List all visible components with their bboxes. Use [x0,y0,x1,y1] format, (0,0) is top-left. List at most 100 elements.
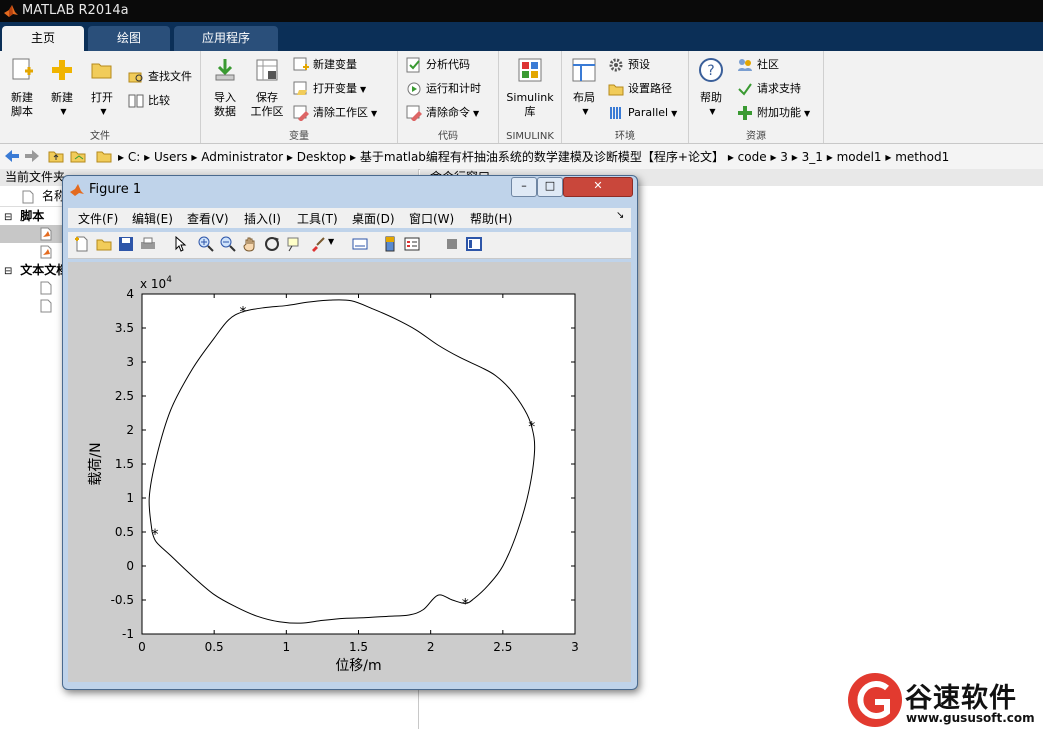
open-file-icon[interactable] [96,236,112,252]
back-arrow-icon[interactable] [4,149,20,163]
find-files-button[interactable]: 查找文件 [128,67,192,87]
data-cursor-icon[interactable] [286,236,302,252]
compare-icon [128,94,144,108]
matlab-logo-icon [70,184,84,196]
x-tick-label: 0.5 [205,640,224,654]
save-workspace-icon [256,59,278,81]
open-button[interactable]: 打开 ▼ [84,57,120,119]
simulink-library-button[interactable]: Simulink 库 [503,57,557,119]
community-icon [738,59,752,71]
menu-window[interactable]: 窗口(W) [409,210,454,227]
breadcrumb-item[interactable]: Administrator [201,150,283,164]
layout-button[interactable]: 布局 ▼ [566,57,602,119]
menu-desktop[interactable]: 桌面(D) [352,210,395,227]
request-support-button[interactable]: 请求支持 [737,79,801,99]
matlab-script-icon [40,227,52,241]
colorbar-icon[interactable] [382,236,398,252]
figure-canvas[interactable]: 0 0.5 1 1.5 2 2.5 3 -1 -0.5 0 0.5 1 1.5 2 2.5 3 3.5 4 x 10… [68,262,631,682]
clear-workspace-icon [293,105,309,121]
tab-apps[interactable]: 应用程序 [174,26,278,51]
forward-arrow-icon[interactable] [24,149,40,163]
watermark: 谷速软件 www.gususoft.com [845,672,1043,729]
minimize-button[interactable]: – [511,177,537,197]
y-tick-label: -0.5 [111,593,134,607]
show-plot-tools-icon[interactable] [466,236,482,252]
new-variable-icon [293,57,309,71]
breadcrumb-item[interactable]: 3_1 [802,150,823,164]
set-path-button[interactable]: 设置路径 [608,79,672,99]
y-axis-label: 载荷/N [88,442,104,485]
breadcrumb-item[interactable]: method1 [895,150,949,164]
x-tick-label: 2 [427,640,435,654]
add-ons-button[interactable]: 附加功能 ▼ [737,103,810,123]
data-point-marker: * [151,527,158,543]
brush-dropdown-icon[interactable]: ▼ [328,237,334,246]
ribbon-group-file: 新建 脚本 新建 ▼ 打开 ▼ 查找文件 比较 文件 [0,51,201,143]
breadcrumb: ▸ C: ▸ Users ▸ Administrator ▸ Desktop ▸… [118,148,949,165]
new-dropdown-icon: ▼ [60,107,67,116]
zoom-in-icon[interactable] [198,236,214,252]
browse-folder-icon[interactable] [70,149,86,163]
breadcrumb-item[interactable]: 基于matlab编程有杆抽油系统的数学建模及诊断模型【程序+论文】 [360,150,724,164]
save-workspace-button[interactable]: 保存 工作区 [247,57,287,119]
x-tick-label: 1 [283,640,291,654]
menu-insert[interactable]: 插入(I) [244,210,281,227]
clear-workspace-button[interactable]: 清除工作区 ▼ [293,103,377,123]
new-script-button[interactable]: 新建 脚本 [4,57,40,119]
breadcrumb-separator-icon: ▸ [885,150,896,164]
import-data-button[interactable]: 导入 数据 [207,57,243,119]
hide-plot-tools-icon[interactable] [444,236,460,252]
link-plot-icon[interactable] [352,236,368,252]
breadcrumb-item[interactable]: 3 [780,150,788,164]
pointer-icon[interactable] [172,236,188,252]
compare-button[interactable]: 比较 [128,91,170,111]
pan-hand-icon[interactable] [242,236,258,252]
new-button[interactable]: 新建 ▼ [44,57,80,119]
collapse-icon[interactable]: ⊟ [4,266,12,277]
clear-workspace-dropdown-icon: ▼ [371,109,378,118]
set-path-icon [608,84,624,96]
parallel-button[interactable]: Parallel ▼ [608,103,677,123]
menu-help[interactable]: 帮助(H) [470,210,512,227]
save-icon[interactable] [118,236,134,252]
close-button[interactable]: ✕ [563,177,633,197]
plot-area[interactable]: 0 0.5 1 1.5 2 2.5 3 -1 -0.5 0 0.5 1 1.5 2 2.5 3 3.5 4 x 10… [68,262,631,682]
breadcrumb-item[interactable]: Desktop [297,150,347,164]
run-and-time-label: 运行和计时 [426,82,481,95]
menu-edit[interactable]: 编辑(E) [132,210,173,227]
variable-group-label: 变量 [289,131,309,142]
help-button[interactable]: ? 帮助 ▼ [693,57,729,119]
legend-icon[interactable] [404,236,420,252]
open-variable-button[interactable]: 打开变量 ▼ [293,79,366,99]
community-button[interactable]: 社区 [737,55,779,75]
new-script-label: 新建 脚本 [11,91,33,118]
breadcrumb-item[interactable]: C: [128,150,140,164]
menu-view[interactable]: 查看(V) [187,210,229,227]
zoom-out-icon[interactable] [220,236,236,252]
dock-arrow-icon[interactable]: ↘ [616,210,624,221]
tab-home[interactable]: 主页 [2,26,84,51]
find-files-label: 查找文件 [148,70,192,83]
new-figure-icon[interactable] [74,236,90,252]
up-folder-icon[interactable] [48,149,64,163]
print-icon[interactable] [140,236,156,252]
new-variable-button[interactable]: 新建变量 [293,55,357,75]
clear-commands-button[interactable]: 清除命令 ▼ [406,103,479,123]
analyze-code-button[interactable]: 分析代码 [406,55,470,75]
menu-tools[interactable]: 工具(T) [297,210,338,227]
figure-window[interactable]: Figure 1 – □ ✕ 文件(F) 编辑(E) 查看(V) 插入(I) 工… [62,175,638,690]
collapse-icon[interactable]: ⊟ [4,212,12,223]
maximize-button[interactable]: □ [537,177,563,197]
run-and-time-button[interactable]: 运行和计时 [406,79,481,99]
y-tick-label: 2 [126,423,134,437]
ribbon-tabs: 主页 绘图 应用程序 [0,22,1043,51]
breadcrumb-item[interactable]: Users [154,150,188,164]
menu-file[interactable]: 文件(F) [78,210,118,227]
breadcrumb-item[interactable]: code [738,150,767,164]
brush-icon[interactable] [310,236,326,252]
watermark-brand: 谷速软件 [905,683,1017,714]
breadcrumb-item[interactable]: model1 [837,150,882,164]
preferences-button[interactable]: 预设 [608,55,650,75]
tab-plots[interactable]: 绘图 [88,26,170,51]
rotate-3d-icon[interactable] [264,236,280,252]
